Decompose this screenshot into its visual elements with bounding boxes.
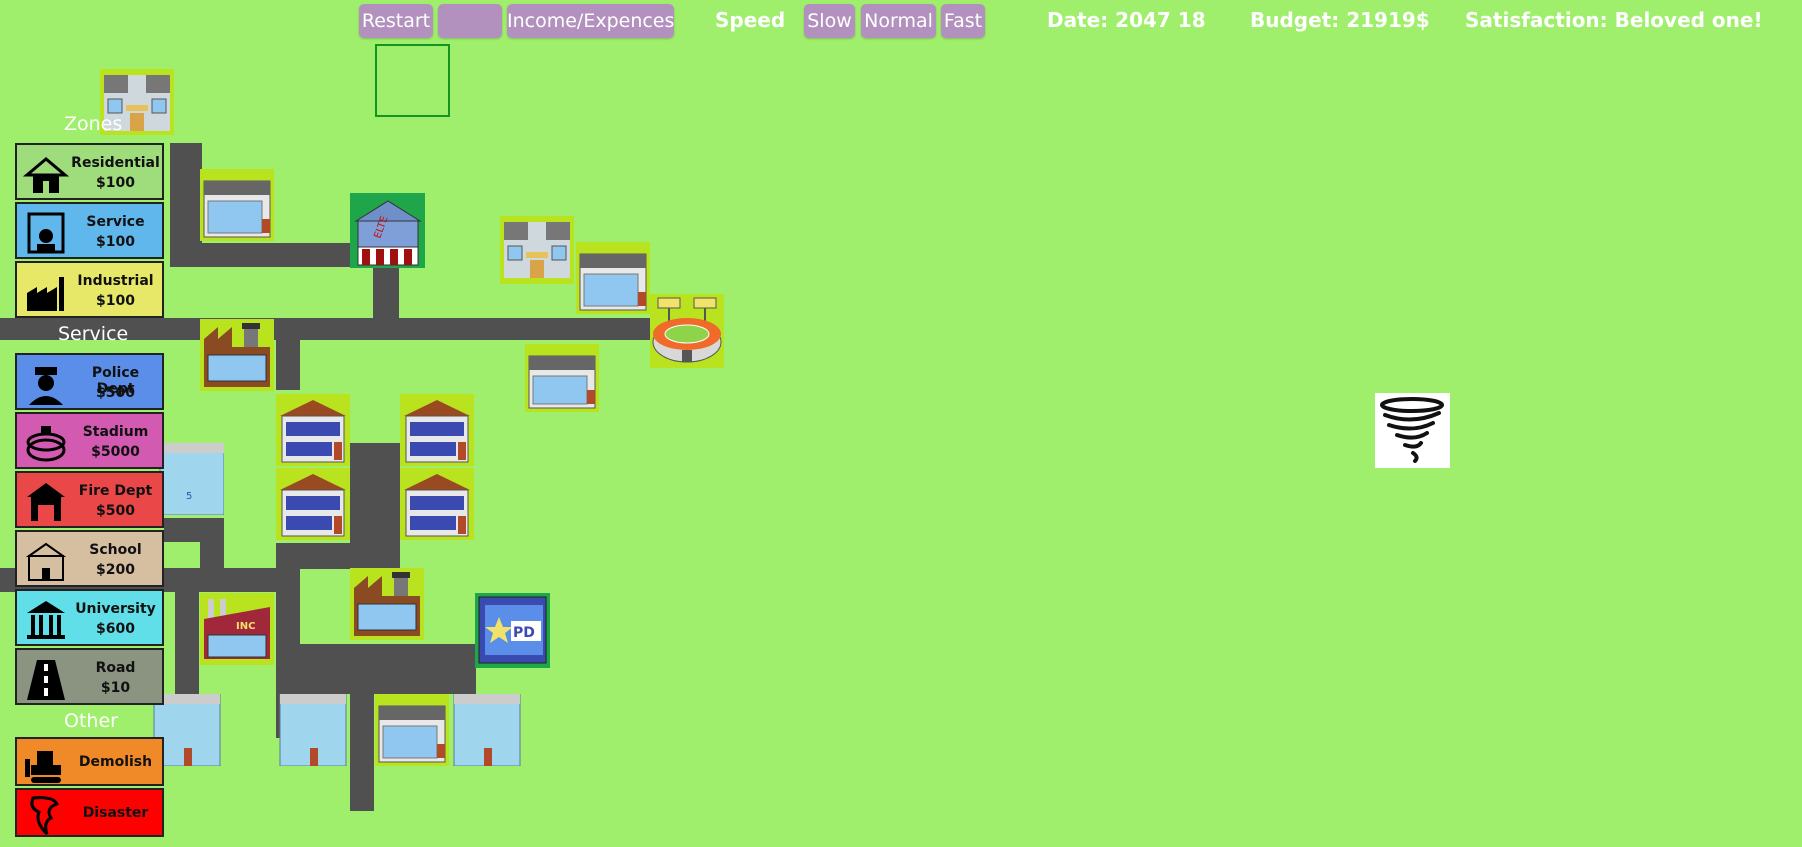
budget-display: Budget: 21919$	[1250, 8, 1430, 32]
section-zones-label: Zones	[64, 113, 123, 135]
city-map[interactable]: ELTE INC 5 PD	[0, 44, 1802, 847]
tornado-disaster	[1375, 393, 1450, 468]
income-expences-button[interactable]: Income/Expences	[507, 4, 674, 38]
service-shop[interactable]	[375, 694, 449, 766]
school-label: 5	[186, 491, 192, 502]
satisfaction-display: Satisfaction: Beloved one!	[1465, 8, 1763, 32]
industrial-factory[interactable]	[200, 319, 274, 391]
tool-university[interactable]: University $600	[15, 589, 164, 646]
tool-price: $100	[96, 293, 135, 309]
road-segment	[350, 694, 374, 811]
fire-station-icon	[27, 483, 65, 521]
speed-label: Speed	[715, 8, 786, 32]
road-segment	[373, 266, 399, 326]
police-building[interactable]: PD	[475, 593, 550, 668]
road-icon	[27, 660, 65, 700]
inc-label: INC	[236, 621, 255, 632]
industrial-inc-factory[interactable]: INC	[200, 593, 274, 665]
residential-house[interactable]	[400, 394, 474, 466]
tool-name: Industrial	[77, 273, 154, 289]
school-building[interactable]	[450, 694, 524, 766]
tool-stadium[interactable]: Stadium $5000	[15, 412, 164, 469]
road-segment	[170, 243, 350, 267]
factory-icon	[27, 277, 64, 311]
stadium-building[interactable]	[650, 294, 724, 368]
section-service-label: Service	[58, 323, 129, 345]
industrial-factory[interactable]	[350, 568, 424, 640]
road-segment	[276, 644, 476, 694]
tool-name: University	[75, 601, 156, 617]
tool-disaster[interactable]: Disaster	[15, 788, 164, 837]
bulldozer-icon	[25, 751, 61, 783]
speed-slow-button[interactable]: Slow	[804, 4, 855, 38]
tool-name: Disaster	[82, 805, 149, 821]
tile-cursor	[375, 44, 450, 117]
tool-fire[interactable]: Fire Dept $500	[15, 471, 164, 528]
tool-name: Stadium	[82, 424, 149, 440]
tool-name: Road	[95, 660, 136, 676]
residential-house[interactable]	[276, 468, 350, 540]
tool-price: $5000	[91, 444, 140, 460]
tool-price: $600	[96, 621, 135, 637]
residential-building[interactable]	[500, 216, 574, 284]
road-segment	[276, 340, 300, 390]
residential-house[interactable]	[276, 394, 350, 466]
speed-fast-button[interactable]: Fast	[941, 4, 985, 38]
section-other-label: Other	[64, 710, 118, 732]
service-shop[interactable]	[576, 242, 650, 314]
house-icon	[23, 157, 69, 193]
stadium-icon	[26, 426, 66, 462]
date-display: Date: 2047 18	[1047, 8, 1206, 32]
tool-price: $500	[96, 385, 135, 401]
university-icon	[27, 601, 65, 639]
tool-residential[interactable]: Residential $100	[15, 143, 164, 200]
tool-name: Residential	[71, 155, 160, 171]
tool-industrial[interactable]: Industrial $100	[15, 261, 164, 318]
tool-price: $200	[96, 562, 135, 578]
tool-school[interactable]: School $200	[15, 530, 164, 587]
tool-road[interactable]: Road $10	[15, 648, 164, 705]
service-shop[interactable]	[525, 344, 599, 412]
school-building[interactable]	[276, 694, 350, 766]
tool-name: School	[89, 542, 142, 558]
police-officer-icon	[29, 367, 63, 405]
university-building[interactable]: ELTE	[350, 193, 425, 268]
tool-demolish[interactable]: Demolish	[15, 737, 164, 786]
tool-name: Demolish	[78, 754, 153, 770]
disaster-icon	[30, 796, 60, 836]
hidden-button[interactable]	[438, 4, 502, 38]
restart-button[interactable]: Restart	[359, 4, 433, 38]
tool-name: Service	[86, 214, 145, 230]
tool-price: $100	[96, 234, 135, 250]
service-clerk-icon	[27, 212, 65, 254]
tool-service[interactable]: Service $100	[15, 202, 164, 259]
tool-price: $500	[96, 503, 135, 519]
speed-normal-button[interactable]: Normal	[861, 4, 936, 38]
police-label: PD	[513, 625, 535, 641]
residential-house[interactable]	[400, 468, 474, 540]
tool-police[interactable]: Police Dept $500	[15, 353, 164, 410]
tool-price: $10	[100, 680, 131, 696]
road-segment	[276, 543, 400, 569]
school-icon	[25, 542, 67, 581]
build-menu: Zones Residential $100 Service $100 Indu…	[0, 110, 170, 847]
tool-name: Fire Dept	[78, 483, 153, 499]
tool-price: $100	[96, 175, 135, 191]
service-shop[interactable]	[200, 169, 274, 241]
